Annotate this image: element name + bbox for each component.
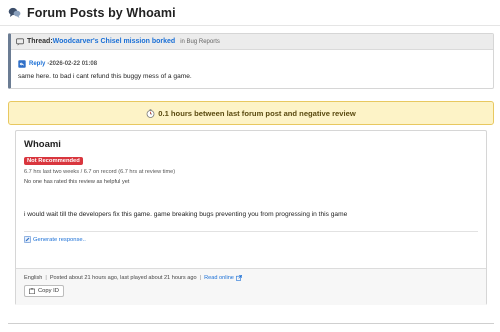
review-language: English: [24, 275, 43, 281]
reply-date: -2026-02-22 01:08: [47, 61, 98, 67]
stopwatch-icon: [146, 108, 155, 118]
review-footer: English | Posted about 21 hours ago, las…: [16, 268, 486, 305]
review-author: Whoami: [24, 139, 61, 150]
copy-id-label: Copy ID: [38, 288, 59, 294]
reply-text: same here. to bad i cant refund this bug…: [18, 73, 192, 80]
thread-title-link[interactable]: Woodcarver's Chisel mission borked: [53, 38, 176, 45]
read-online-link[interactable]: Read online: [204, 275, 234, 281]
thread-bar: Thread: Woodcarver's Chisel mission bork…: [11, 34, 493, 50]
reply-arrow-icon: [18, 60, 26, 68]
generate-response-link[interactable]: Generate response..: [33, 237, 86, 243]
posted-info: Posted about 21 hours ago, last played a…: [49, 275, 197, 281]
bottom-divider: [8, 323, 494, 324]
page-header: Forum Posts by Whoami: [0, 0, 500, 26]
helpful-info: No one has rated this review as helpful …: [24, 179, 130, 185]
separator: |: [199, 275, 202, 281]
thread-card: Thread: Woodcarver's Chisel mission bork…: [8, 33, 494, 89]
playtime-info: 6.7 hrs last two weeks / 6.7 on record (…: [24, 169, 176, 175]
divider: [24, 231, 478, 232]
copy-id-button[interactable]: Copy ID: [24, 285, 64, 297]
clipboard-icon: [29, 288, 35, 294]
alert-text: 0.1 hours between last forum post and ne…: [158, 108, 356, 118]
reply-row: Reply -2026-02-22 01:08: [11, 50, 493, 68]
external-link-icon[interactable]: [236, 275, 242, 281]
review-content: Whoami Not Recommended 6.7 hrs last two …: [16, 131, 486, 268]
thread-label: Thread:: [27, 38, 53, 45]
page-title: Forum Posts by Whoami: [27, 5, 176, 20]
generate-response-row[interactable]: Generate response..: [24, 236, 478, 243]
review-card: Whoami Not Recommended 6.7 hrs last two …: [15, 130, 487, 305]
separator: |: [45, 275, 47, 281]
thread-section: in Bug Reports: [180, 38, 220, 45]
pencil-icon: [24, 236, 31, 243]
speech-bubble-icon: [16, 37, 24, 46]
time-alert-banner: 0.1 hours between last forum post and ne…: [8, 101, 494, 125]
footer-meta: English | Posted about 21 hours ago, las…: [24, 275, 478, 281]
review-body: i would wait till the developers fix thi…: [24, 211, 348, 218]
forum-bubbles-icon: [8, 6, 21, 19]
not-recommended-badge: Not Recommended: [24, 157, 83, 165]
reply-link[interactable]: Reply: [29, 61, 45, 67]
